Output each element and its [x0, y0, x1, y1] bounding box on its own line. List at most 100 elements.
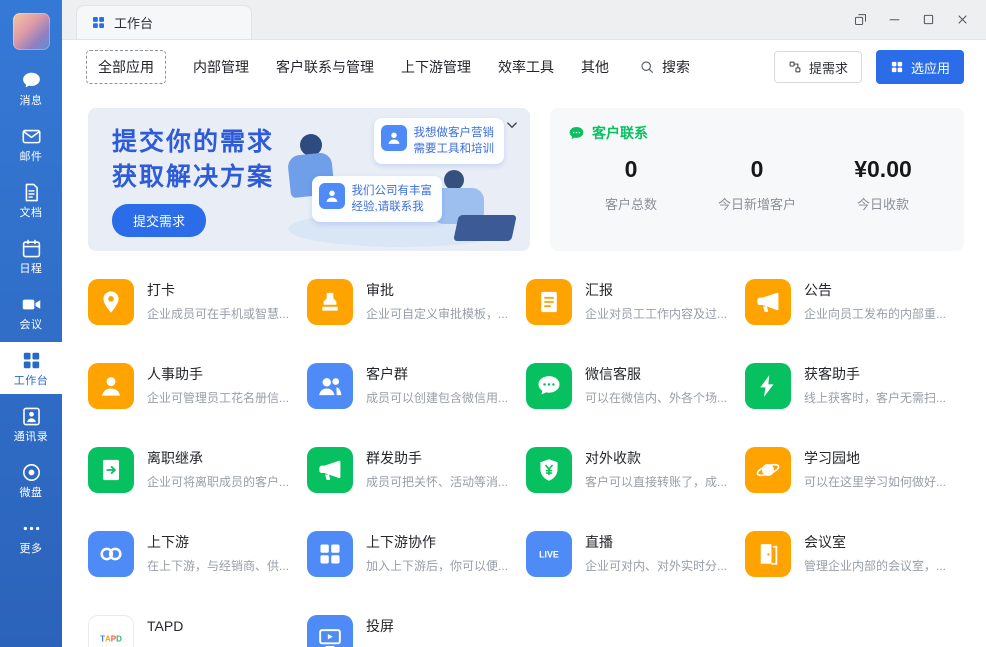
app-item-learning[interactable]: 学习园地 可以在这里学习如何做好... [745, 447, 964, 493]
app-item-clock-in[interactable]: 打卡 企业成员可在手机或智慧... [88, 279, 307, 325]
app-name: 人事助手 [147, 366, 203, 382]
app-text: 获客助手 线上获客时，客户无需扫... [804, 363, 946, 409]
app-desc: 客户可以直接转账了，成... [585, 475, 728, 489]
workbench-content: 提交你的需求 获取解决方案 提交需求 我想做客户营销 需要工具和培训 我们公司有… [62, 94, 986, 647]
app-name: 会议室 [804, 534, 846, 550]
cast-icon [307, 615, 353, 647]
app-item-resign-handover[interactable]: 离职继承 企业可将离职成员的客户... [88, 447, 307, 493]
chat-bubble-1: 我想做客户营销 需要工具和培训 [373, 118, 504, 164]
maximize-icon[interactable] [912, 4, 944, 34]
stat-total-customers[interactable]: 0 客户总数 [568, 156, 694, 213]
search-control[interactable]: 搜索 [639, 57, 690, 77]
app-name: TAPD [147, 618, 184, 634]
sidebar-item-drive[interactable]: 微盘 [0, 454, 62, 506]
sidebar-item-workbench[interactable]: 工作台 [0, 342, 62, 394]
app-item-supply-chain-collab[interactable]: 上下游协作 加入上下游后，你可以便... [307, 531, 526, 577]
app-name: 公告 [804, 282, 832, 298]
drive-icon [21, 462, 42, 483]
person-icon [380, 125, 407, 151]
sidebar-item-label: 更多 [19, 543, 43, 555]
sidebar-item-schedule[interactable]: 日程 [0, 230, 62, 282]
popout-icon[interactable] [844, 4, 876, 34]
filter-tabs: 全部应用 内部管理 客户联系与管理 上下游管理 效率工具 其他 [86, 50, 609, 84]
app-item-supply-chain[interactable]: 上下游 在上下游，与经销商、供... [88, 531, 307, 577]
app-name: 审批 [366, 282, 394, 298]
stat-label: 今日收款 [856, 197, 909, 212]
app-item-lead-assistant[interactable]: 获客助手 线上获客时，客户无需扫... [745, 363, 964, 409]
select-app-button-label: 选应用 [910, 60, 950, 76]
stat-new-customers[interactable]: 0 今日新增客户 [694, 156, 820, 213]
filter-tab-internal-management[interactable]: 内部管理 [193, 57, 249, 77]
app-text: 汇报 企业对员工工作内容及过... [585, 279, 727, 325]
select-app-button[interactable]: 选应用 [875, 50, 964, 84]
live-icon: LIVE [526, 531, 572, 577]
person-icon [318, 183, 345, 209]
bubble-text: 我们公司有丰富 经验,请联系我 [351, 185, 433, 213]
stat-today-income[interactable]: ¥0.00 今日收款 [820, 156, 946, 213]
megaphone-icon [307, 447, 353, 493]
app-item-wechat-service[interactable]: 微信客服可以在微信内、外各个场... [526, 363, 745, 409]
app-text: 直播 企业可对内、对外实时分... [585, 531, 727, 577]
people-icon [307, 363, 353, 409]
avatar[interactable] [12, 13, 50, 50]
promo-banner: 提交你的需求 获取解决方案 提交需求 我想做客户营销 需要工具和培训 我们公司有… [88, 108, 530, 251]
app-item-tapd[interactable]: TAPD TAPD [88, 615, 307, 647]
app-text: 学习园地 可以在这里学习如何做好... [804, 447, 946, 493]
video-icon [21, 294, 42, 315]
sidebar-item-mail[interactable]: 邮件 [0, 118, 62, 170]
doc-transfer-icon [88, 447, 134, 493]
lightning-icon [745, 363, 791, 409]
customer-contact-header[interactable]: 客户联系 [568, 123, 946, 143]
tab-workbench[interactable]: 工作台 [76, 5, 252, 39]
app-desc: 可以在微信内、外各个场... [585, 391, 728, 405]
app-item-payment[interactable]: 对外收款 客户可以直接转账了，成... [526, 447, 745, 493]
stamp-icon [307, 279, 353, 325]
app-text: 人事助手 企业可管理员工花名册信... [147, 363, 289, 409]
chat-bubble-icon [568, 125, 585, 142]
app-item-hr-assistant[interactable]: 人事助手 企业可管理员工花名册信... [88, 363, 307, 409]
minimize-icon[interactable] [878, 4, 910, 34]
app-name: 上下游协作 [366, 534, 436, 550]
app-text: 客户群 成员可以创建包含微信用... [366, 363, 508, 409]
tapd-icon: TAPD [88, 615, 134, 647]
stat-label: 今日新增客户 [717, 197, 796, 212]
app-item-screen-cast[interactable]: 投屏 [307, 615, 526, 647]
request-button[interactable]: 提需求 [773, 51, 862, 83]
app-name: 投屏 [366, 618, 394, 634]
sidebar-item-messages[interactable]: 消息 [0, 62, 62, 114]
app-item-live[interactable]: LIVE 直播 企业可对内、对外实时分... [526, 531, 745, 577]
filter-tab-others[interactable]: 其他 [581, 57, 609, 77]
app-desc: 企业对员工工作内容及过... [585, 307, 728, 321]
grid-icon [890, 60, 904, 74]
search-label: 搜索 [662, 59, 690, 75]
app-item-group-send[interactable]: 群发助手 成员可把关怀、活动等消... [307, 447, 526, 493]
customer-contact-card: 客户联系 0 客户总数 0 今日新增客户 ¥0.00 今日收款 [550, 108, 964, 251]
app-name: 微信客服 [585, 366, 641, 382]
filter-tab-efficiency-tools[interactable]: 效率工具 [498, 57, 554, 77]
app-item-approval[interactable]: 审批 企业可自定义审批模板，... [307, 279, 526, 325]
filter-tab-customer-management[interactable]: 客户联系与管理 [276, 57, 374, 77]
submit-request-button[interactable]: 提交需求 [112, 204, 207, 237]
chevron-down-icon[interactable] [503, 116, 521, 134]
sidebar-item-docs[interactable]: 文档 [0, 174, 62, 226]
location-pin-icon [88, 279, 134, 325]
wecom-window: 消息 邮件 文档 日程 会议 工作台 通讯录 微盘 更多 工作台 全部应用 内部管理 客户联系与管理… [0, 0, 986, 647]
sidebar-item-more[interactable]: 更多 [0, 510, 62, 562]
filter-tab-all-apps[interactable]: 全部应用 [86, 50, 166, 84]
app-text: 会议室 管理企业内部的会议室，... [804, 531, 946, 577]
sidebar-item-label: 消息 [19, 95, 43, 107]
sidebar: 消息邮件 文档 日程 会议工作台通讯录 微盘更多 [0, 0, 62, 647]
app-item-announcement[interactable]: 公告 企业向员工发布的内部重... [745, 279, 964, 325]
grid-icon [307, 531, 353, 577]
close-icon[interactable] [946, 4, 978, 34]
sidebar-item-label: 工作台 [13, 375, 49, 387]
sidebar-item-contacts[interactable]: 通讯录 [0, 398, 62, 450]
app-item-report[interactable]: 汇报 企业对员工工作内容及过... [526, 279, 745, 325]
sidebar-item-meeting[interactable]: 会议 [0, 286, 62, 338]
request-button-label: 提需求 [808, 60, 848, 76]
bubble-text: 我想做客户营销 需要工具和培训 [413, 127, 495, 155]
app-item-customer-group[interactable]: 客户群 成员可以创建包含微信用... [307, 363, 526, 409]
app-name: 群发助手 [366, 450, 422, 466]
app-item-meeting-room[interactable]: 会议室 管理企业内部的会议室，... [745, 531, 964, 577]
filter-tab-supply-chain-management[interactable]: 上下游管理 [401, 57, 471, 77]
